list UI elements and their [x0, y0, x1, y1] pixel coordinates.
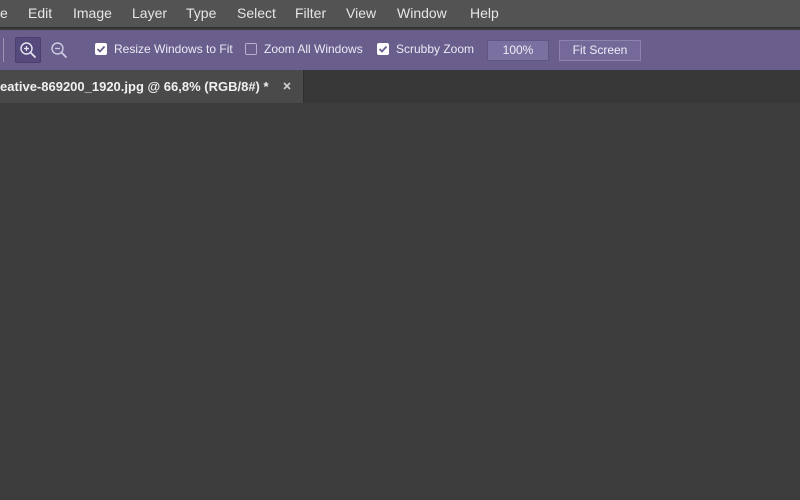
fit-screen-button[interactable]: Fit Screen: [559, 40, 641, 61]
document-tab-title: reative-869200_1920.jpg @ 66,8% (RGB/8#)…: [0, 79, 269, 94]
resize-windows-checkbox[interactable]: [95, 43, 107, 55]
canvas-area[interactable]: [0, 103, 800, 500]
menu-image[interactable]: Image: [73, 5, 112, 21]
checkmark-icon: [378, 45, 388, 53]
menu-file[interactable]: e: [0, 5, 8, 21]
menu-type[interactable]: Type: [186, 5, 216, 21]
checkmark-icon: [96, 45, 106, 53]
menu-select[interactable]: Select: [237, 5, 276, 21]
photoshop-window: e Edit Image Layer Type Select Filter Vi…: [0, 0, 800, 500]
zoom-in-button[interactable]: [15, 37, 41, 63]
zoom-percent-field[interactable]: 100%: [487, 40, 549, 61]
menu-view[interactable]: View: [346, 5, 376, 21]
document-tab[interactable]: reative-869200_1920.jpg @ 66,8% (RGB/8#)…: [0, 70, 304, 103]
options-bar-grip[interactable]: [3, 38, 4, 62]
menu-bar: e Edit Image Layer Type Select Filter Vi…: [0, 0, 800, 28]
resize-windows-label: Resize Windows to Fit: [114, 42, 233, 56]
scrubby-zoom-label: Scrubby Zoom: [396, 42, 475, 56]
menu-layer[interactable]: Layer: [132, 5, 167, 21]
menu-help[interactable]: Help: [470, 5, 499, 21]
zoom-all-windows-label: Zoom All Windows: [264, 42, 363, 56]
menu-window[interactable]: Window: [397, 5, 447, 21]
zoom-out-icon: [51, 42, 67, 58]
zoom-in-icon: [20, 42, 36, 58]
menu-edit[interactable]: Edit: [28, 5, 52, 21]
scrubby-zoom-checkbox[interactable]: [377, 43, 389, 55]
zoom-out-button[interactable]: [46, 37, 72, 63]
menu-filter[interactable]: Filter: [295, 5, 326, 21]
zoom-all-windows-checkbox[interactable]: [245, 43, 257, 55]
document-tab-bar: reative-869200_1920.jpg @ 66,8% (RGB/8#)…: [0, 70, 800, 103]
close-icon[interactable]: [282, 81, 292, 91]
options-bar: Resize Windows to Fit Zoom All Windows S…: [0, 30, 800, 70]
